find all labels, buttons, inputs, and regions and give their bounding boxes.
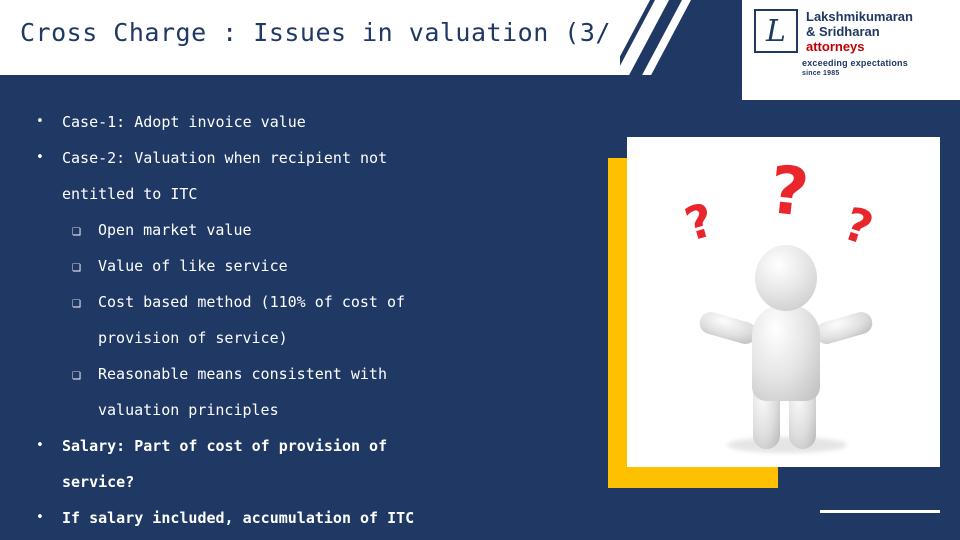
- logo-wordmark: Lakshmikumaran & Sridharan attorneys: [806, 9, 913, 55]
- list-item-continuation: service?: [24, 464, 584, 500]
- list-item: • Case-1: Adopt invoice value: [24, 104, 584, 140]
- logo-tagline: exceeding expectations: [802, 58, 908, 68]
- logo-inner: L Lakshmikumaran & Sridharan attorneys: [754, 9, 913, 55]
- list-item-label: Reasonable means consistent with: [98, 365, 387, 383]
- figure-left-arm: [697, 309, 759, 347]
- footer-divider: [820, 510, 940, 513]
- list-item-label: provision of service): [98, 329, 288, 347]
- list-item-label: Case-1: Adopt invoice value: [62, 113, 306, 131]
- logo-since: since 1985: [802, 70, 840, 77]
- list-item-label: entitled to ITC: [62, 185, 198, 203]
- bullet-marker-icon: •: [36, 438, 44, 453]
- square-bullet-icon: ❏: [72, 257, 82, 275]
- list-item-label: Cost based method (110% of cost of: [98, 293, 406, 311]
- logo-monogram-icon: L: [754, 9, 798, 53]
- list-item: ❏ Open market value: [24, 212, 584, 248]
- list-item: ❏ Value of like service: [24, 248, 584, 284]
- list-item: ❏ Reasonable means consistent with: [24, 356, 584, 392]
- list-item-continuation: provision of service): [24, 320, 584, 356]
- logo-line-3: attorneys: [806, 39, 865, 54]
- list-item-label: Value of like service: [98, 257, 288, 275]
- square-bullet-icon: ❏: [72, 221, 82, 239]
- logo-line-2: & Sridharan: [806, 24, 880, 39]
- list-item-label: Open market value: [98, 221, 252, 239]
- figure-body: [752, 305, 820, 401]
- square-bullet-icon: ❏: [72, 365, 82, 383]
- bullet-list: • Case-1: Adopt invoice value • Case-2: …: [24, 104, 584, 536]
- list-item-continuation: entitled to ITC: [24, 176, 584, 212]
- logo: L Lakshmikumaran & Sridharan attorneys e…: [742, 0, 960, 100]
- illustration: ? ? ?: [631, 141, 936, 463]
- square-bullet-icon: ❏: [72, 293, 82, 311]
- list-item: • Salary: Part of cost of provision of: [24, 428, 584, 464]
- figure-shadow: [727, 437, 847, 453]
- page-title: Cross Charge : Issues in valuation (3/: [20, 18, 611, 47]
- bullet-marker-icon: •: [36, 114, 44, 129]
- logo-line-1: Lakshmikumaran: [806, 9, 913, 24]
- question-mark-right-icon: ?: [837, 196, 880, 256]
- list-item: • Case-2: Valuation when recipient not: [24, 140, 584, 176]
- bullet-marker-icon: •: [36, 150, 44, 165]
- list-item-label: valuation principles: [98, 401, 279, 419]
- figure-head: [755, 245, 817, 311]
- list-item-label: service?: [62, 473, 135, 491]
- question-mark-left-icon: ?: [679, 192, 720, 252]
- list-item-continuation: valuation principles: [24, 392, 584, 428]
- list-item-label: If salary included, accumulation of ITC: [62, 509, 415, 527]
- list-item-label: Case-2: Valuation when recipient not: [62, 149, 388, 167]
- illustration-frame: ? ? ?: [627, 137, 940, 467]
- list-item: • If salary included, accumulation of IT…: [24, 500, 584, 536]
- slide: Cross Charge : Issues in valuation (3/ L…: [0, 0, 960, 540]
- figure-right-arm: [813, 309, 875, 347]
- list-item: ❏ Cost based method (110% of cost of: [24, 284, 584, 320]
- list-item-label: Salary: Part of cost of provision of: [62, 437, 388, 455]
- question-mark-large-icon: ?: [766, 151, 813, 232]
- bullet-marker-icon: •: [36, 510, 44, 525]
